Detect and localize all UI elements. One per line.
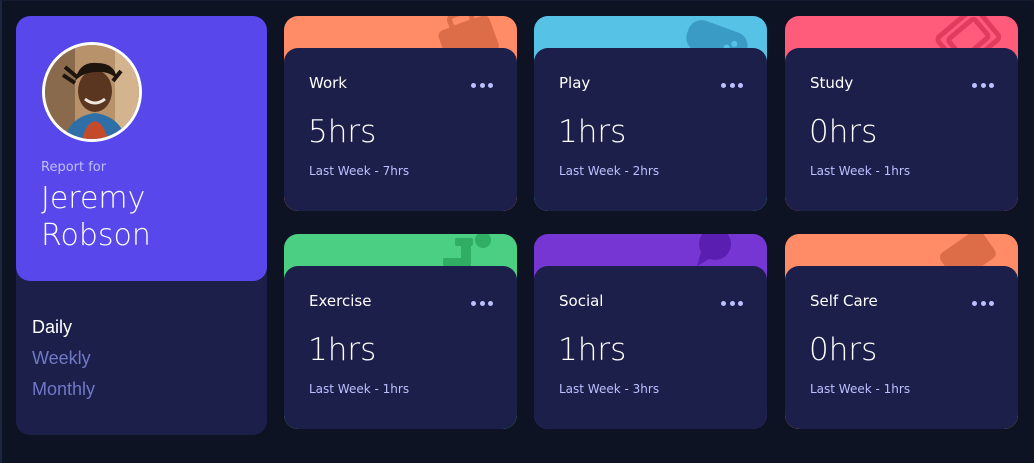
period-monthly[interactable]: Monthly bbox=[32, 374, 95, 405]
card-title: Self Care bbox=[810, 292, 878, 310]
activity-card-body: Social 1hrs Last Week - 3hrs bbox=[534, 266, 767, 429]
avatar-photo bbox=[45, 45, 139, 139]
period-selector: Daily Weekly Monthly bbox=[32, 312, 95, 405]
profile-header: Report for Jeremy Robson bbox=[16, 16, 267, 281]
more-options-icon[interactable] bbox=[721, 296, 743, 310]
activity-card-body: Self Care 0hrs Last Week - 1hrs bbox=[785, 266, 1018, 429]
activity-card-self-care: Self Care 0hrs Last Week - 1hrs bbox=[785, 234, 1018, 429]
card-title: Work bbox=[309, 74, 347, 92]
card-previous: Last Week - 3hrs bbox=[559, 382, 660, 396]
card-hours: 5hrs bbox=[308, 114, 377, 150]
activity-card-exercise: Exercise 1hrs Last Week - 1hrs bbox=[284, 234, 517, 429]
card-title: Exercise bbox=[309, 292, 372, 310]
avatar bbox=[42, 42, 142, 142]
more-options-icon[interactable] bbox=[972, 296, 994, 310]
period-weekly[interactable]: Weekly bbox=[32, 343, 95, 374]
activity-card-study: Study 0hrs Last Week - 1hrs bbox=[785, 16, 1018, 211]
card-title: Social bbox=[559, 292, 604, 310]
card-hours: 0hrs bbox=[809, 332, 878, 368]
activity-card-work: Work 5hrs Last Week - 7hrs bbox=[284, 16, 517, 211]
more-options-icon[interactable] bbox=[721, 78, 743, 92]
activity-card-play: Play 1hrs Last Week - 2hrs bbox=[534, 16, 767, 211]
more-options-icon[interactable] bbox=[471, 296, 493, 310]
more-options-icon[interactable] bbox=[471, 78, 493, 92]
activity-card-body: Play 1hrs Last Week - 2hrs bbox=[534, 48, 767, 211]
card-hours: 0hrs bbox=[809, 114, 878, 150]
card-previous: Last Week - 2hrs bbox=[559, 164, 660, 178]
user-name: Jeremy Robson bbox=[41, 181, 151, 253]
card-hours: 1hrs bbox=[308, 332, 377, 368]
activity-card-body: Exercise 1hrs Last Week - 1hrs bbox=[284, 266, 517, 429]
period-daily[interactable]: Daily bbox=[32, 312, 95, 343]
card-title: Study bbox=[810, 74, 854, 92]
card-previous: Last Week - 1hrs bbox=[810, 382, 911, 396]
activity-card-body: Study 0hrs Last Week - 1hrs bbox=[785, 48, 1018, 211]
card-hours: 1hrs bbox=[558, 114, 627, 150]
card-previous: Last Week - 1hrs bbox=[309, 382, 410, 396]
card-previous: Last Week - 1hrs bbox=[810, 164, 911, 178]
card-hours: 1hrs bbox=[558, 332, 627, 368]
profile-panel: Report for Jeremy Robson Daily Weekly Mo… bbox=[16, 16, 267, 435]
report-for-label: Report for bbox=[41, 160, 107, 175]
card-title: Play bbox=[559, 74, 591, 92]
activity-card-social: Social 1hrs Last Week - 3hrs bbox=[534, 234, 767, 429]
activity-card-body: Work 5hrs Last Week - 7hrs bbox=[284, 48, 517, 211]
more-options-icon[interactable] bbox=[972, 78, 994, 92]
card-previous: Last Week - 7hrs bbox=[309, 164, 410, 178]
